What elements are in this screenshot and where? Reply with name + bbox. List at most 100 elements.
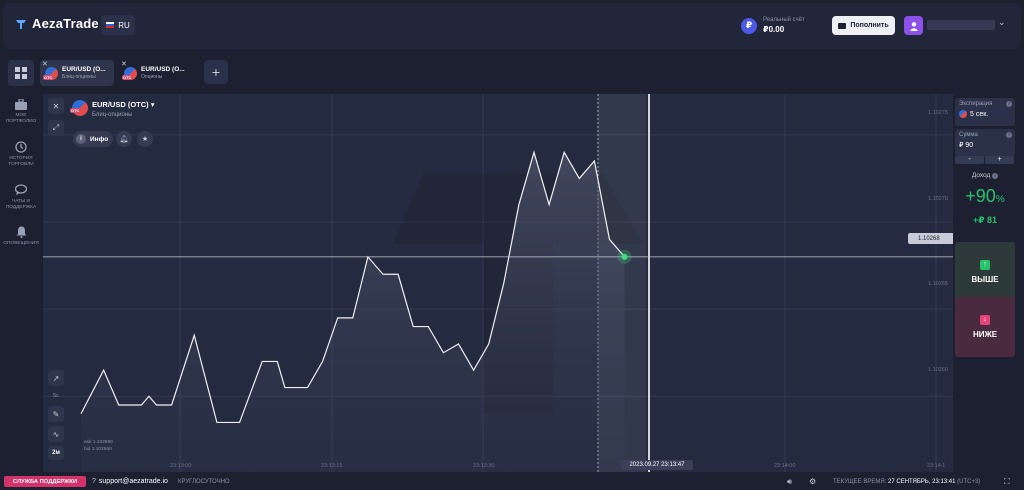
- settings-icon[interactable]: ⚙: [809, 477, 816, 486]
- chart-asset-type: Блиц-опционы: [92, 112, 133, 118]
- asset-tab-2[interactable]: ✕ OTC EUR/USD (O... Опционы: [119, 60, 193, 86]
- time-tick: 23:13:30: [473, 463, 495, 469]
- support-button[interactable]: СЛУЖБА ПОДДЕРЖКИ: [4, 476, 86, 487]
- amount-field[interactable]: Сумма ? ₽ 90: [955, 129, 1015, 157]
- grid-icon: [15, 67, 27, 79]
- briefcase-icon: [15, 99, 27, 110]
- alert-button[interactable]: 🔔︎: [116, 131, 132, 147]
- chart-type-button[interactable]: ↗: [48, 370, 64, 386]
- account-label: Реальный счёт: [763, 17, 805, 23]
- add-tab-button[interactable]: +: [204, 60, 228, 84]
- ruble-icon: ₽: [741, 17, 757, 34]
- bell-icon: [16, 226, 26, 238]
- price-area: [81, 152, 625, 472]
- increase-button[interactable]: +: [985, 156, 1014, 164]
- tab-asset-type: Опционы: [141, 74, 163, 80]
- sidebar-item-history[interactable]: ИСТОРИЯ ТОРГОВЛИ: [0, 141, 42, 168]
- info-button[interactable]: i Инфо: [73, 131, 113, 147]
- timeframe-button[interactable]: 2м: [48, 446, 64, 460]
- plus-icon: +: [211, 64, 221, 80]
- clock-icon: [959, 110, 967, 118]
- help-icon: ?: [992, 173, 999, 179]
- support-hours: КРУГЛОСУТОЧНО: [178, 479, 230, 485]
- fullscreen-chart-button[interactable]: ⤢: [48, 120, 64, 136]
- layout-grid-button[interactable]: [8, 60, 34, 86]
- lower-label: НИЖЕ: [972, 330, 998, 339]
- close-chart-button[interactable]: ✕: [48, 98, 64, 114]
- income-percent: +90%: [965, 186, 1005, 206]
- current-price-glow: [617, 249, 632, 264]
- fullscreen-icon[interactable]: ⛶: [1004, 477, 1010, 487]
- account-selector[interactable]: ₽ Реальный счёт ₽0.00: [741, 17, 805, 34]
- trade-panel: Экспирация ? 5 сек. Сумма ? ₽ 90 - + Дох…: [955, 94, 1021, 472]
- expand-icon: ⤢: [52, 123, 60, 132]
- deposit-label: Пополнить: [850, 22, 889, 29]
- tick-timeframe-button[interactable]: 5с: [48, 388, 64, 404]
- current-time: ТЕКУЩЕЕ ВРЕМЯ: 27 СЕНТЯБРЬ, 23:13:41 (UT…: [833, 479, 981, 485]
- ask-price: ask 1.102690: [84, 440, 113, 445]
- price-tick: 1.10270: [928, 196, 948, 202]
- sidebar-item-notifications[interactable]: ОПОВЕЩЕНИЯ: [0, 226, 42, 247]
- price-chart[interactable]: ✕ ⤢ OTC EUR/USD (OTC) ▾ Блиц-опционы i И…: [43, 94, 953, 472]
- arrow-up-icon: ↑: [980, 260, 990, 270]
- info-icon: i: [76, 134, 86, 144]
- chevron-down-icon[interactable]: ⌄: [998, 17, 1006, 28]
- wave-icon: ∿: [52, 429, 60, 439]
- bid-price: bid 1.102660: [84, 447, 112, 452]
- expiration-field[interactable]: Экспирация ? 5 сек.: [955, 98, 1015, 126]
- favorite-button[interactable]: ★: [137, 131, 153, 147]
- amount-label: Сумма: [959, 132, 978, 138]
- support-email: support@aezatrade.io: [98, 478, 168, 485]
- tab-asset-name: EUR/USD (O...: [62, 66, 106, 73]
- sound-icon[interactable]: 🔊︎: [787, 477, 792, 487]
- user-avatar[interactable]: [904, 16, 923, 35]
- logo[interactable]: AezaTrade: [14, 16, 99, 31]
- time-tick: 23:13:00: [170, 463, 192, 469]
- draw-tool-button[interactable]: ✎: [48, 406, 64, 422]
- help-icon[interactable]: ?: [1006, 132, 1012, 138]
- amount-stepper[interactable]: - +: [955, 156, 1015, 164]
- price-tick: 1.10260: [928, 367, 948, 373]
- logo-icon: [16, 19, 26, 29]
- price-tick: 1.10275: [928, 110, 948, 116]
- income-amount: +₽ 81: [972, 215, 998, 225]
- deposit-button[interactable]: Пополнить: [832, 16, 895, 35]
- close-icon[interactable]: ✕: [121, 60, 127, 68]
- history-icon: [15, 141, 27, 153]
- help-circle-icon: ?: [92, 478, 96, 485]
- close-icon[interactable]: ✕: [42, 60, 48, 68]
- indicators-button[interactable]: ∿: [48, 426, 64, 442]
- sidebar-item-portfolio[interactable]: МОЕ ПОРТФОЛИО: [0, 99, 42, 125]
- income-label: Доход ?: [971, 172, 999, 179]
- price-tick: 1.10265: [928, 281, 948, 287]
- tab-asset-name: EUR/USD (O...: [141, 66, 185, 73]
- time-tick: 23:13:15: [321, 463, 343, 469]
- chart-asset-name: EUR/USD (OTC): [92, 100, 149, 109]
- chart-asset-selector[interactable]: OTC EUR/USD (OTC) ▾ Блиц-опционы: [70, 100, 155, 118]
- account-balance: ₽0.00: [763, 25, 785, 34]
- arrow-down-icon: ↓: [980, 315, 990, 325]
- bell-icon: 🔔︎: [119, 136, 129, 143]
- sidebar-item-chats[interactable]: ЧАТЫ И ПОДДЕРЖКА: [0, 184, 42, 211]
- time-marker: 2023.09.27 23:13:47: [621, 460, 693, 470]
- close-icon: ✕: [52, 101, 60, 111]
- logo-text: AezaTrade: [32, 16, 99, 31]
- wallet-icon: [838, 22, 847, 29]
- time-tick: 23:14:00: [774, 463, 796, 469]
- eurusd-icon: OTC: [122, 66, 137, 80]
- language-selector[interactable]: RU: [101, 15, 135, 35]
- help-icon[interactable]: ?: [1006, 101, 1012, 107]
- tab-asset-type: Блиц-опционы: [62, 74, 96, 80]
- lower-button[interactable]: ↓ НИЖЕ: [955, 297, 1015, 357]
- language-code: RU: [118, 20, 130, 30]
- decrease-button[interactable]: -: [955, 156, 984, 164]
- support-email-link[interactable]: ? support@aezatrade.io: [92, 478, 168, 485]
- higher-label: ВЫШЕ: [971, 275, 999, 284]
- higher-button[interactable]: ↑ ВЫШЕ: [955, 242, 1015, 302]
- asset-tab-1[interactable]: ✕ OTC EUR/USD (O... Блиц-опционы: [40, 60, 114, 86]
- current-price-label: 1.10268: [908, 233, 953, 244]
- info-label: Инфо: [90, 135, 109, 143]
- pencil-icon: ✎: [52, 409, 60, 419]
- chart-canvas[interactable]: [43, 94, 953, 472]
- time-tick: 23:14:1: [927, 463, 946, 469]
